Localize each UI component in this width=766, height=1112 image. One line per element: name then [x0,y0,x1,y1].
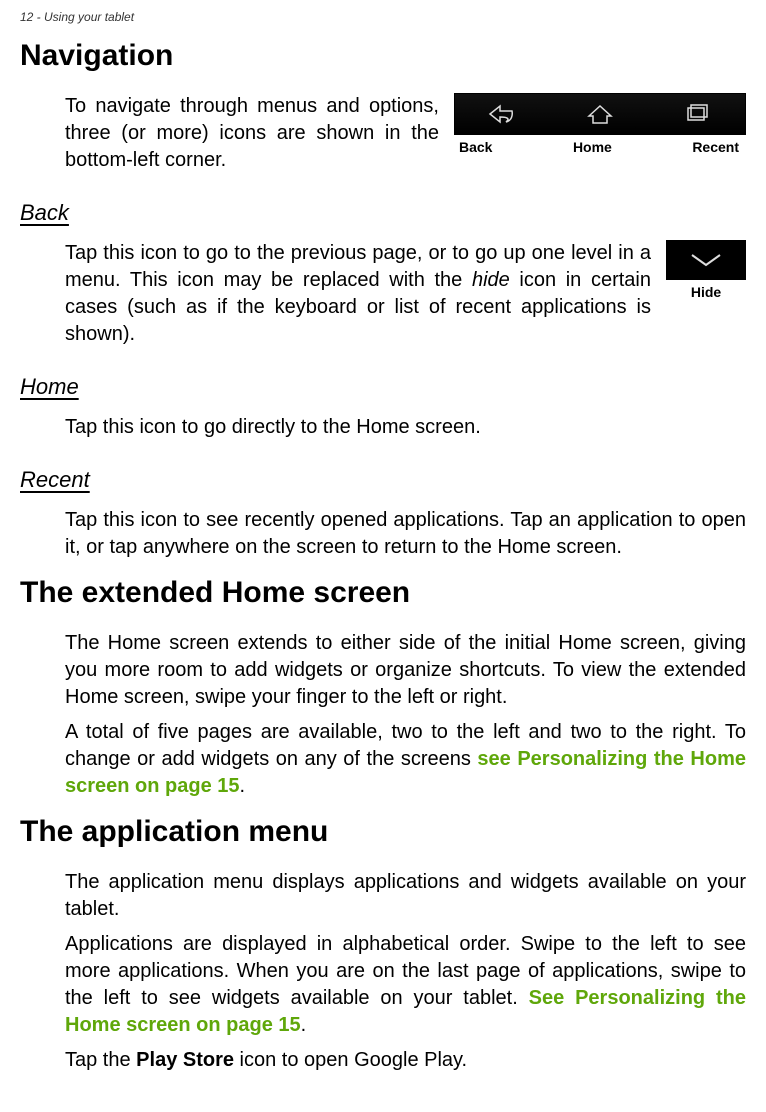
hide-label: Hide [666,284,746,300]
hide-word: hide [472,269,510,291]
recent-icon [682,102,712,126]
page-header: 12 - Using your tablet [20,10,746,24]
hide-icon-figure: Hide [666,240,746,300]
nav-icons-figure: Back Home Recent [454,93,746,155]
subheading-back: Back [20,200,69,226]
back-text: Tap this icon to go to the previous page… [65,240,746,348]
hide-icon [686,251,726,269]
recent-text: Tap this icon to see recently opened app… [65,507,746,561]
appmenu-p3: Tap the Play Store icon to open Google P… [65,1047,746,1074]
nav-label-recent: Recent [692,139,739,155]
subheading-recent: Recent [20,467,90,493]
appmenu-p2: Applications are displayed in alphabetic… [65,931,746,1039]
appmenu-p1: The application menu displays applicatio… [65,869,746,923]
subheading-home: Home [20,374,79,400]
nav-label-back: Back [459,139,492,155]
heading-app-menu: The application menu [20,815,746,849]
back-icon [488,102,518,126]
android-navbar [454,93,746,135]
home-icon [585,102,615,126]
extended-p2: A total of five pages are available, two… [65,719,746,800]
home-text: Tap this icon to go directly to the Home… [65,414,746,441]
nav-label-home: Home [573,139,612,155]
heading-extended-home: The extended Home screen [20,576,746,610]
extended-p1: The Home screen extends to either side o… [65,630,746,711]
play-store-bold: Play Store [136,1049,234,1071]
heading-navigation: Navigation [20,39,746,73]
hide-icon-box [666,240,746,280]
